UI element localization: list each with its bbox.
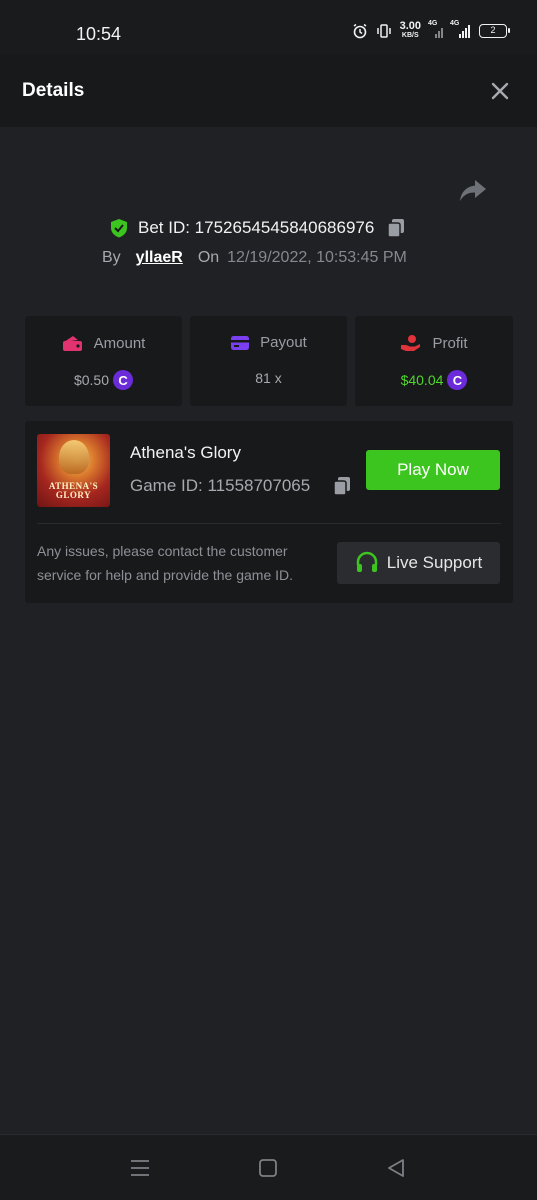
battery-icon: 2 bbox=[479, 24, 510, 38]
stat-value-profit: $40.04 bbox=[400, 372, 444, 388]
net-speed-unit: KB/S bbox=[401, 32, 419, 39]
support-text: Any issues, please contact the customer … bbox=[37, 543, 294, 583]
sim1-label: 4G bbox=[428, 20, 438, 27]
live-support-label: Live Support bbox=[386, 553, 483, 572]
headset-icon bbox=[356, 551, 378, 572]
sim2-signal-icon: 4G bbox=[450, 20, 471, 38]
bet-meta-row: By yllaeR On 12/19/2022, 10:53:45 PM bbox=[102, 249, 407, 271]
alarm-icon bbox=[353, 23, 367, 39]
play-now-button[interactable]: Play Now bbox=[366, 450, 500, 490]
net-speed-value: 3.00 bbox=[399, 20, 421, 32]
stat-value-payout: 81 x bbox=[255, 370, 282, 386]
stat-card-payout: Payout 81 x bbox=[190, 316, 347, 406]
close-icon[interactable] bbox=[489, 80, 511, 102]
live-support-button[interactable]: Live Support bbox=[337, 542, 500, 584]
vibrate-icon bbox=[376, 24, 391, 38]
sim1-signal-icon: 4G bbox=[428, 20, 443, 38]
status-bar: 10:54 3.00 KB/S 4G 4G 2 bbox=[0, 0, 537, 54]
coin-icon: C bbox=[447, 370, 468, 390]
status-time: 10:54 bbox=[76, 24, 122, 44]
thumbnail-title: ATHENA'S GLORY bbox=[48, 481, 99, 500]
menu-icon[interactable] bbox=[129, 1157, 151, 1179]
sim2-label: 4G bbox=[450, 20, 460, 27]
stat-card-amount: Amount $0.50 C bbox=[25, 316, 182, 406]
card-icon bbox=[231, 335, 250, 350]
divider bbox=[37, 523, 501, 524]
home-icon[interactable] bbox=[257, 1157, 279, 1179]
copy-bet-id-icon[interactable] bbox=[386, 217, 406, 239]
stat-value-amount: $0.50 bbox=[73, 372, 110, 388]
on-label: On bbox=[197, 249, 220, 266]
verified-shield-icon bbox=[111, 219, 127, 238]
by-label: By bbox=[102, 249, 121, 266]
game-id: Game ID: 11558707065 bbox=[130, 476, 311, 495]
status-icons: 3.00 KB/S 4G 4G 2 bbox=[352, 20, 510, 40]
stat-card-profit: Profit $40.04 C bbox=[355, 316, 513, 406]
bet-id: Bet ID: 1752654545840686976 bbox=[138, 218, 375, 237]
net-speed: 3.00 KB/S bbox=[399, 20, 421, 40]
hand-coin-icon bbox=[401, 335, 421, 351]
system-nav-bar bbox=[0, 1134, 537, 1200]
username-link[interactable]: yllaeR bbox=[136, 249, 183, 267]
game-name: Athena's Glory bbox=[130, 443, 241, 462]
bet-datetime: 12/19/2022, 10:53:45 PM bbox=[227, 249, 407, 266]
back-icon[interactable] bbox=[385, 1157, 407, 1179]
page-title: Details bbox=[22, 80, 85, 101]
stat-label-payout: Payout bbox=[260, 334, 307, 351]
share-icon[interactable] bbox=[458, 178, 488, 204]
copy-game-id-icon[interactable] bbox=[332, 475, 352, 497]
coin-icon: C bbox=[113, 370, 134, 390]
game-thumbnail[interactable]: ATHENA'S GLORY bbox=[37, 434, 110, 507]
bet-id-row: Bet ID: 1752654545840686976 bbox=[110, 216, 406, 240]
thumbnail-art bbox=[59, 440, 89, 474]
details-header: Details bbox=[0, 54, 537, 127]
wallet-icon bbox=[62, 336, 82, 351]
stat-label-amount: Amount bbox=[93, 334, 146, 352]
game-card: ATHENA'S GLORY Athena's Glory Game ID: 1… bbox=[25, 421, 513, 603]
stat-label-profit: Profit bbox=[432, 334, 468, 352]
